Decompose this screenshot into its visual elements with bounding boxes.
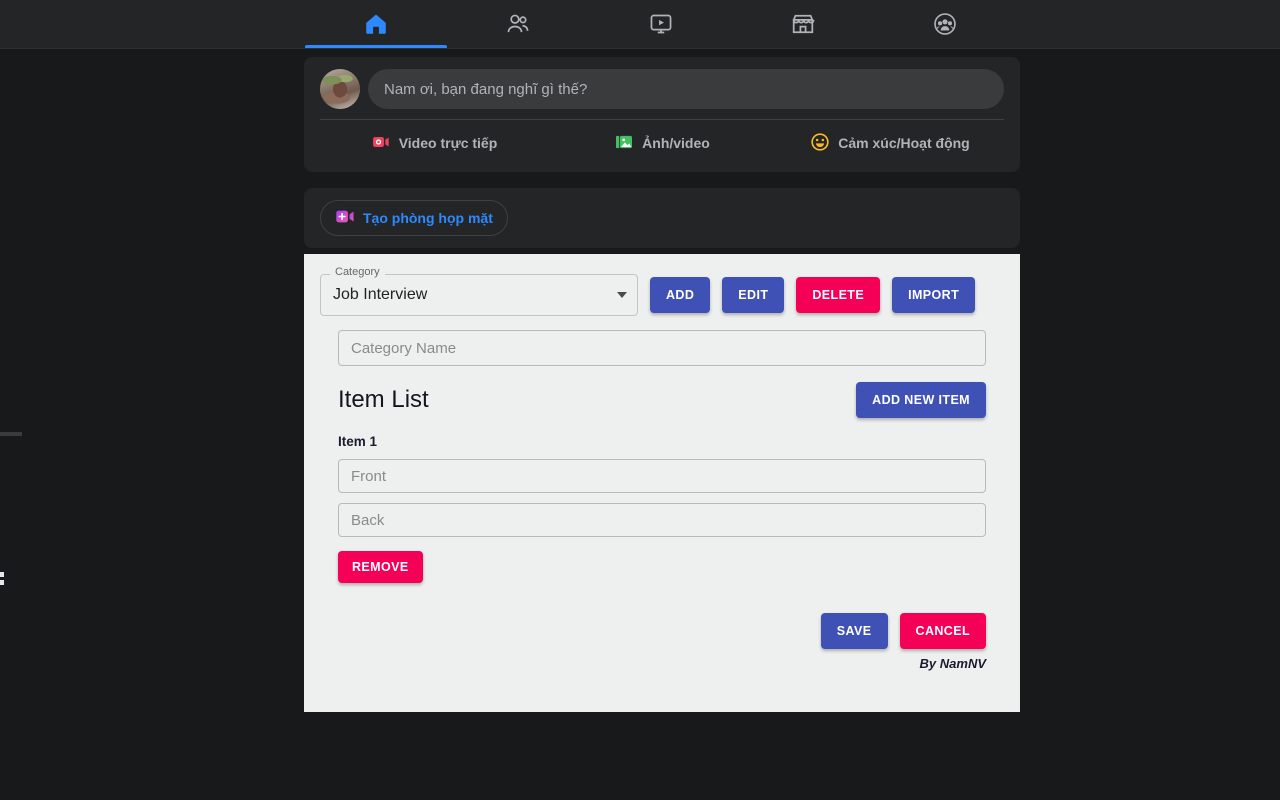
item-front-input[interactable] bbox=[338, 459, 986, 493]
offscreen-list-artifact bbox=[0, 572, 4, 588]
item-remove-row: REMOVE bbox=[320, 551, 1004, 583]
cancel-button[interactable]: CANCEL bbox=[899, 613, 986, 649]
composer-status-input[interactable] bbox=[368, 69, 1004, 109]
composer-action-feeling-activity[interactable]: Cảm xúc/Hoạt động bbox=[776, 125, 1004, 161]
top-navigation-bar bbox=[0, 0, 1280, 49]
nav-tab-home[interactable] bbox=[305, 0, 448, 48]
post-composer-card: Video trực tiếp Ảnh/video bbox=[304, 57, 1020, 172]
composer-action-row: Video trực tiếp Ảnh/video Cảm xúc/Hoạt đ… bbox=[320, 120, 1004, 166]
live-video-icon bbox=[371, 132, 391, 155]
composer-action-label: Video trực tiếp bbox=[398, 135, 498, 151]
nav-tab-watch[interactable] bbox=[589, 0, 731, 48]
composer-top-row bbox=[320, 69, 1004, 119]
rooms-card: Tạo phòng họp mặt bbox=[304, 188, 1020, 248]
category-toolbar-row: Category Job Interview ADD EDIT DELETE I… bbox=[320, 267, 1004, 316]
item-list-title: Item List bbox=[338, 386, 429, 413]
friends-icon bbox=[505, 11, 531, 37]
chevron-down-icon bbox=[617, 292, 627, 298]
category-select-value: Job Interview bbox=[333, 286, 428, 303]
nav-tab-marketplace[interactable] bbox=[732, 0, 874, 48]
save-button[interactable]: SAVE bbox=[820, 613, 888, 649]
nav-tab-list bbox=[305, 0, 1016, 48]
avatar[interactable] bbox=[320, 69, 360, 109]
composer-action-label: Cảm xúc/Hoạt động bbox=[838, 135, 970, 151]
emoji-smile-icon bbox=[810, 132, 830, 155]
item-list-header: Item List ADD NEW ITEM bbox=[320, 382, 1004, 418]
item-front-row bbox=[320, 459, 1004, 493]
feed-column: Video trực tiếp Ảnh/video bbox=[304, 57, 1020, 264]
groups-icon bbox=[932, 11, 958, 37]
nav-right-spacer bbox=[1016, 0, 1280, 48]
marketplace-icon bbox=[790, 11, 816, 37]
add-new-item-button[interactable]: ADD NEW ITEM bbox=[856, 382, 986, 418]
nav-left-spacer bbox=[0, 0, 305, 48]
remove-item-button[interactable]: REMOVE bbox=[338, 551, 423, 583]
item-row: Item 1 REMOVE bbox=[320, 434, 1004, 583]
composer-action-photo-video[interactable]: Ảnh/video bbox=[548, 125, 776, 161]
offscreen-divider-artifact bbox=[0, 432, 22, 436]
create-room-video-icon bbox=[335, 208, 355, 228]
photo-video-icon bbox=[614, 132, 634, 155]
author-signature: By NamNV bbox=[919, 656, 986, 671]
category-select[interactable]: Category Job Interview bbox=[320, 267, 638, 316]
category-name-input[interactable] bbox=[338, 330, 986, 366]
item-back-row bbox=[320, 503, 1004, 537]
home-icon bbox=[363, 11, 389, 37]
composer-action-label: Ảnh/video bbox=[642, 135, 710, 151]
item-label: Item 1 bbox=[338, 434, 378, 449]
watch-video-icon bbox=[648, 11, 674, 37]
category-select-legend: Category bbox=[330, 267, 385, 278]
nav-tab-friends[interactable] bbox=[447, 0, 589, 48]
category-name-row bbox=[320, 330, 1004, 366]
create-room-button[interactable]: Tạo phòng họp mặt bbox=[320, 200, 508, 236]
item-back-input[interactable] bbox=[338, 503, 986, 537]
form-footer-row: SAVE CANCEL bbox=[320, 613, 1004, 649]
flashcard-category-editor-card: Category Job Interview ADD EDIT DELETE I… bbox=[304, 254, 1020, 712]
import-button[interactable]: IMPORT bbox=[892, 277, 976, 313]
nav-tab-groups[interactable] bbox=[874, 0, 1016, 48]
create-room-label: Tạo phòng họp mặt bbox=[363, 210, 493, 226]
edit-button[interactable]: EDIT bbox=[722, 277, 785, 313]
avatar-image bbox=[320, 69, 360, 109]
delete-button[interactable]: DELETE bbox=[796, 277, 881, 313]
add-button[interactable]: ADD bbox=[650, 277, 711, 313]
composer-action-live-video[interactable]: Video trực tiếp bbox=[320, 125, 548, 161]
